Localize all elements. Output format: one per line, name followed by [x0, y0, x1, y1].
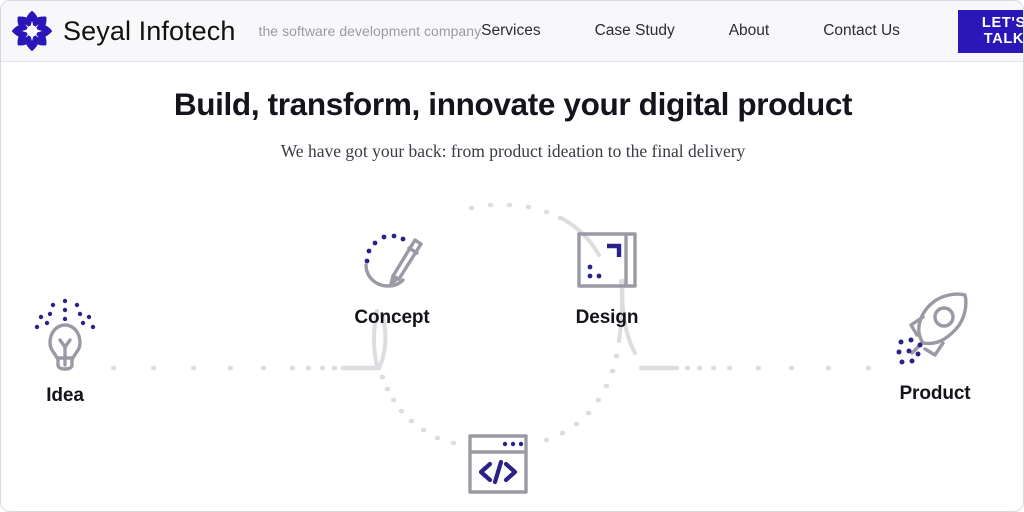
journey-stage-design[interactable]: Design — [552, 221, 662, 329]
journey-stage-label-design: Design — [575, 307, 639, 328]
page-viewport: Seyal Infotech the software development … — [0, 0, 1024, 512]
hero-title: Build, transform, innovate your digital … — [173, 86, 853, 122]
brand[interactable]: Seyal Infotech — [9, 8, 236, 54]
nav-item-case-study[interactable]: Case Study — [595, 22, 675, 40]
journey-stage-label-concept: Concept — [354, 307, 430, 328]
brand-name: Seyal Infotech — [63, 15, 236, 46]
journey-diagram: Idea Concept Design Product — [1, 181, 1023, 511]
nav-item-contact-us[interactable]: Contact Us — [823, 22, 900, 40]
main-navigation: Services Case Study About Contact Us LET… — [481, 1, 1023, 62]
code-window-icon — [468, 434, 528, 494]
journey-stage-idea[interactable]: Idea — [15, 295, 115, 407]
hero-subtitle: We have got your back: from product idea… — [280, 141, 746, 161]
journey-stage-label-idea: Idea — [46, 385, 84, 406]
site-header: Seyal Infotech the software development … — [1, 1, 1023, 62]
rocket-icon-wrap — [879, 292, 991, 371]
pencil-icon-wrap — [337, 221, 447, 299]
nav-item-about[interactable]: About — [729, 22, 770, 40]
seyal-flower-logo-icon — [11, 10, 53, 52]
design-frame-icon — [577, 232, 637, 288]
rocket-icon — [896, 292, 968, 365]
journey-stage-label-product: Product — [899, 383, 971, 404]
design-frame-icon-wrap — [552, 221, 662, 299]
code-window-node[interactable] — [467, 433, 529, 495]
nav-item-services[interactable]: Services — [481, 22, 540, 40]
lightbulb-icon-wrap — [15, 295, 115, 373]
hero-section: Build, transform, innovate your digital … — [1, 62, 1023, 162]
journey-stage-product[interactable]: Product — [879, 292, 991, 405]
journey-stage-concept[interactable]: Concept — [337, 221, 447, 329]
pencil-icon — [364, 233, 423, 288]
brand-tagline: the software development company — [258, 23, 482, 39]
lightbulb-icon — [34, 298, 96, 371]
lets-talk-button[interactable]: LET'S TALK — [957, 9, 1023, 53]
